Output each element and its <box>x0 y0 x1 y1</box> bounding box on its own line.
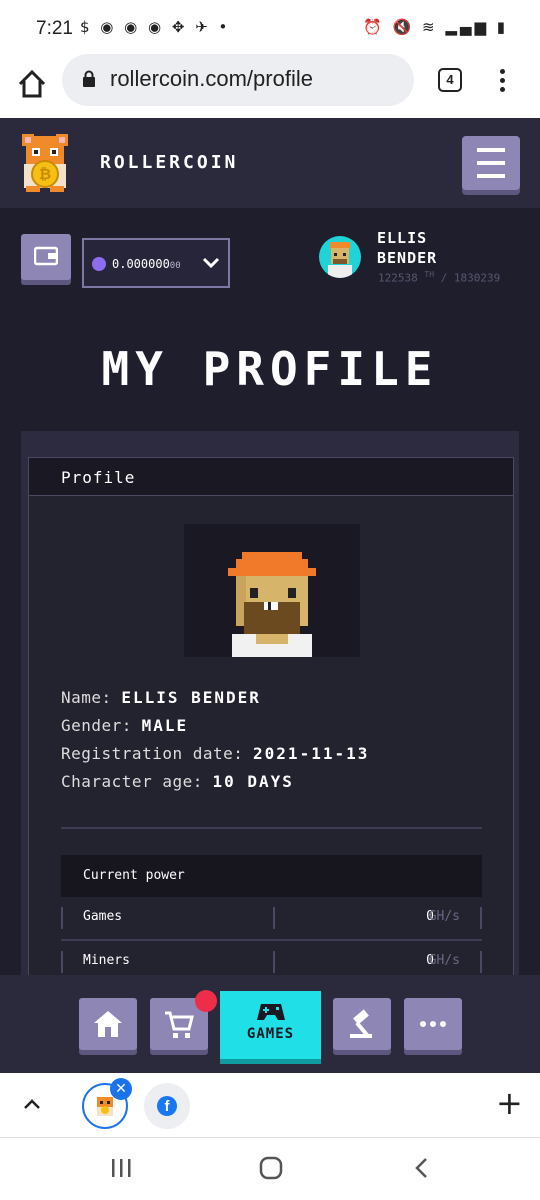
tab-facebook[interactable]: f <box>144 1083 190 1129</box>
chevron-down-icon <box>202 257 220 269</box>
back-icon[interactable] <box>412 1156 432 1180</box>
more-dots-icon <box>420 1021 446 1027</box>
url-text: rollercoin.com/profile <box>110 66 313 91</box>
browser-toolbar: rollercoin.com/profile 4 <box>0 54 540 118</box>
cart-icon <box>165 1011 194 1038</box>
profile-gender-value: MALE <box>141 716 189 735</box>
wallet-icon <box>34 246 58 266</box>
notification-badge <box>195 990 217 1012</box>
profile-card-title: Profile <box>61 468 136 487</box>
home-button[interactable] <box>79 998 137 1050</box>
games-button[interactable]: GAMES <box>220 991 321 1059</box>
profile-info: Name: ELLIS BENDER Gender: MALE Registra… <box>61 684 369 796</box>
profile-name-value: ELLIS BENDER <box>121 688 261 707</box>
user-power: 122538 TH / 1830239 <box>378 270 501 285</box>
power-row-miners: Miners 0 GH/s <box>61 951 482 973</box>
page-title: MY PROFILE <box>101 342 439 396</box>
profile-registration-value: 2021-11-13 <box>253 744 370 763</box>
gamepad-icon <box>257 1004 285 1020</box>
rollercoin-logo[interactable]: ₿ <box>20 134 70 194</box>
character-image <box>184 524 360 657</box>
android-nav-bar <box>0 1138 540 1200</box>
profile-gender-row: Gender: MALE <box>61 716 189 735</box>
svg-text:₿: ₿ <box>39 165 51 183</box>
balance-value: 0.00000000 <box>112 257 181 271</box>
home-nav-icon[interactable] <box>259 1156 283 1180</box>
current-power-header: Current power <box>61 855 482 897</box>
profile-age-value: 10 DAYS <box>212 772 294 791</box>
user-avatar[interactable] <box>319 236 361 278</box>
profile-age-row: Character age: 10 DAYS <box>61 772 294 791</box>
wallet-button[interactable] <box>21 234 71 280</box>
system-status-icons: ⏰ 🔇 ≋ ▂▄▆ ▮ <box>363 18 508 36</box>
status-time: 7:21 <box>36 18 73 39</box>
profile-name-row: Name: ELLIS BENDER <box>61 688 261 707</box>
chevron-up-icon[interactable] <box>22 1095 42 1115</box>
close-tab-icon[interactable]: ✕ <box>110 1078 132 1100</box>
new-tab-icon[interactable]: + <box>496 1087 523 1119</box>
power-row-games: Games 0 GH/s <box>61 907 482 929</box>
rollercoin-favicon <box>97 1097 113 1116</box>
browser-home-icon[interactable] <box>14 66 50 102</box>
browser-menu-icon[interactable] <box>496 66 508 96</box>
brand-name[interactable]: ROLLERCOIN <box>100 152 238 173</box>
divider <box>61 827 482 829</box>
recent-apps-icon[interactable] <box>110 1156 132 1180</box>
eth-icon <box>92 257 106 271</box>
profile-card-header: Profile <box>29 458 513 496</box>
status-bar: 7:21 $ ◉ ◉ ◉ ✥ ✈ • ⏰ 🔇 ≋ ▂▄▆ ▮ <box>0 0 540 58</box>
address-bar[interactable]: rollercoin.com/profile <box>62 54 414 106</box>
profile-registration-row: Registration date: 2021-11-13 <box>61 744 370 763</box>
balance-selector[interactable]: 0.00000000 <box>82 238 230 288</box>
site-header: ₿ ROLLERCOIN <box>0 118 540 208</box>
divider <box>61 939 482 941</box>
auction-button[interactable] <box>333 998 391 1050</box>
facebook-icon: f <box>157 1096 177 1116</box>
tab-switcher-button[interactable]: 4 <box>438 68 462 92</box>
profile-card: Profile Name: ELLIS BENDER Gender: MALE … <box>28 457 514 997</box>
hamburger-menu-icon[interactable] <box>462 136 520 190</box>
home-icon <box>94 1011 122 1037</box>
games-label: GAMES <box>246 1026 295 1042</box>
user-name[interactable]: ELLIS BENDER <box>377 228 437 268</box>
notification-icons: $ ◉ ◉ ◉ ✥ ✈ • <box>80 18 231 36</box>
browser-tab-strip: ✕ f + <box>0 1073 540 1138</box>
more-button[interactable] <box>404 998 462 1050</box>
gavel-icon <box>350 1009 372 1038</box>
lock-icon <box>83 70 95 87</box>
